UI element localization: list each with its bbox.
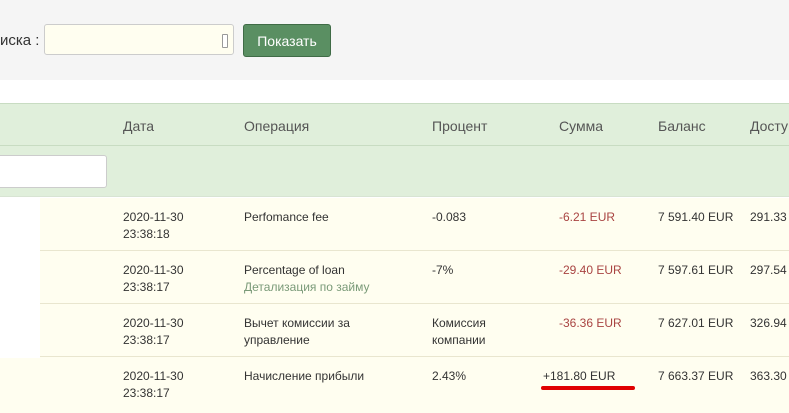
cell-balance: 7 663.37 EUR — [658, 369, 734, 383]
input-autofill-icon[interactable] — [222, 34, 228, 48]
cell-balance: 7 591.40 EUR — [658, 210, 734, 224]
table-row: 2020-11-30 23:38:17 Percentage of loan Дет… — [0, 251, 789, 304]
table-row: 2020-11-30 23:38:18 Perfomance fee -0.083… — [0, 198, 789, 251]
cell-available: 326.94 — [750, 316, 787, 330]
redacted-area — [0, 198, 40, 358]
column-header-percent[interactable]: Процент — [432, 118, 487, 134]
show-button[interactable]: Показать — [243, 24, 331, 57]
table-row: 2020-11-30 23:38:17 Вычет комиссии за упра… — [0, 304, 789, 357]
cell-date: 2020-11-30 23:38:17 — [123, 263, 184, 294]
cell-available: 363.30 — [750, 369, 787, 383]
loan-details-link[interactable]: Детализация по займу — [244, 280, 370, 294]
cell-date: 2020-11-30 23:38:17 — [123, 316, 184, 347]
cell-balance: 7 597.61 EUR — [658, 263, 734, 277]
cell-percent: -0.083 — [432, 210, 467, 224]
search-input[interactable] — [44, 24, 234, 55]
cell-available: 297.54 — [750, 263, 787, 277]
cell-amount: -36.36 EUR — [559, 316, 622, 330]
cell-amount: -29.40 EUR — [559, 263, 622, 277]
table-filter-row — [0, 146, 789, 197]
table-header: Дата Операция Процент Сумма Баланс Досту — [0, 103, 789, 146]
table-bottom-edge — [0, 408, 789, 413]
column-header-date[interactable]: Дата — [123, 118, 154, 134]
column-header-amount[interactable]: Сумма — [559, 118, 603, 134]
cell-date: 2020-11-30 23:38:17 — [123, 369, 184, 400]
filter-input[interactable] — [0, 155, 107, 188]
cell-percent: -7% — [432, 263, 454, 277]
column-header-available[interactable]: Досту — [750, 118, 788, 134]
cell-percent: Комиссия компании — [432, 316, 486, 347]
column-header-operation[interactable]: Операция — [244, 118, 309, 134]
cell-available: 291.33 — [750, 210, 787, 224]
cell-balance: 7 627.01 EUR — [658, 316, 734, 330]
cell-percent: 2.43% — [432, 369, 467, 383]
search-label: иска : — [0, 32, 40, 49]
cell-operation: Начисление прибыли — [244, 369, 365, 383]
highlight-underline — [541, 386, 635, 390]
cell-amount: +181.80 EUR — [543, 369, 616, 383]
column-header-balance[interactable]: Баланс — [658, 118, 706, 134]
search-bar: иска : Показать — [0, 0, 789, 80]
cell-operation: Percentage of loan Детализация по займу — [244, 263, 370, 294]
table-row: 2020-11-30 23:38:17 Начисление прибыли 2.… — [0, 357, 789, 410]
cell-date: 2020-11-30 23:38:18 — [123, 210, 184, 241]
cell-operation: Perfomance fee — [244, 210, 329, 224]
cell-amount: -6.21 EUR — [559, 210, 616, 224]
cell-operation: Вычет комиссии за управление — [244, 316, 350, 347]
